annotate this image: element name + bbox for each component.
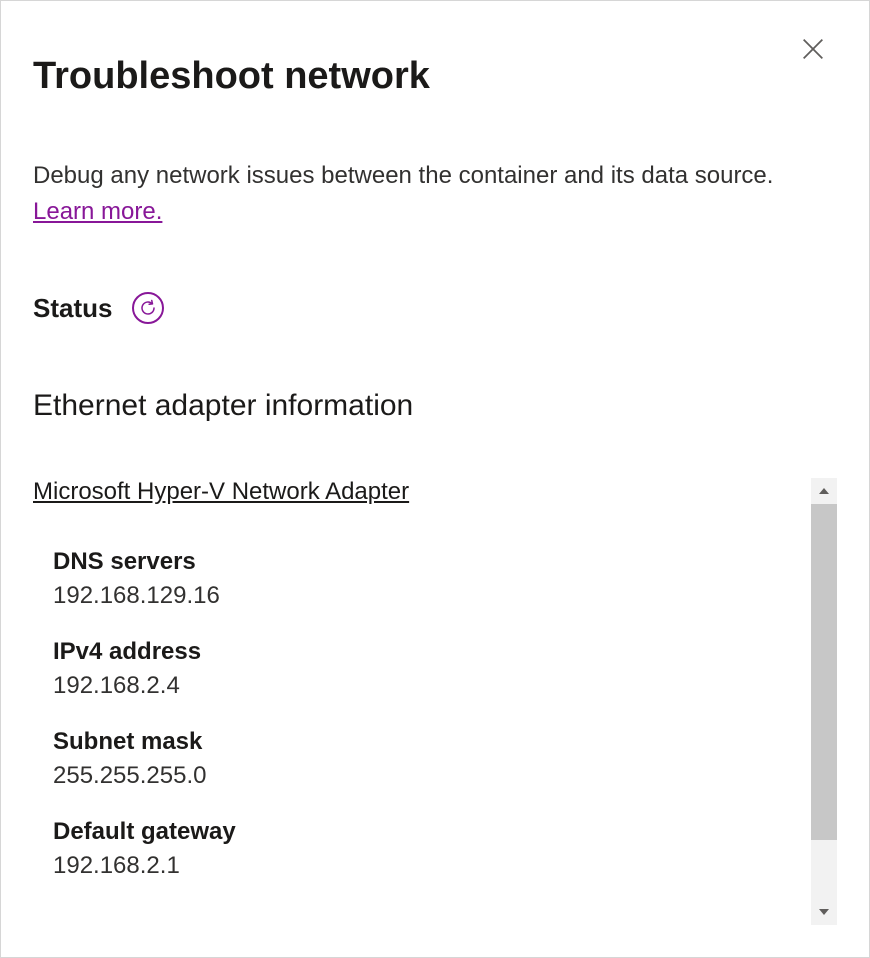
status-label: Status: [33, 293, 112, 324]
adapter-property: Default gateway 192.168.2.1: [53, 818, 801, 880]
description-text: Debug any network issues between the con…: [33, 162, 773, 189]
adapter-property-list: DNS servers 192.168.129.16 IPv4 address …: [33, 548, 801, 880]
chevron-down-icon: [818, 908, 830, 916]
adapter-section: Microsoft Hyper-V Network Adapter DNS se…: [33, 478, 837, 957]
adapter-content: Microsoft Hyper-V Network Adapter DNS se…: [33, 478, 801, 925]
property-value: 192.168.2.1: [53, 852, 801, 880]
scroll-track[interactable]: [811, 504, 837, 899]
property-value: 255.255.255.0: [53, 762, 801, 790]
property-label: IPv4 address: [53, 638, 801, 666]
adapter-name-link[interactable]: Microsoft Hyper-V Network Adapter: [33, 478, 409, 506]
property-value: 192.168.129.16: [53, 582, 801, 610]
close-button[interactable]: [795, 31, 831, 67]
refresh-icon: [139, 299, 157, 317]
troubleshoot-panel: Troubleshoot network Debug any network i…: [0, 0, 870, 958]
adapter-property: IPv4 address 192.168.2.4: [53, 638, 801, 700]
page-title: Troubleshoot network: [33, 55, 837, 98]
status-row: Status: [33, 292, 837, 324]
learn-more-link[interactable]: Learn more.: [33, 198, 162, 225]
close-icon: [799, 35, 827, 63]
adapter-section-title: Ethernet adapter information: [33, 389, 837, 423]
adapter-property: DNS servers 192.168.129.16: [53, 548, 801, 610]
property-label: DNS servers: [53, 548, 801, 576]
scroll-up-button[interactable]: [811, 478, 837, 504]
adapter-property: Subnet mask 255.255.255.0: [53, 728, 801, 790]
property-label: Subnet mask: [53, 728, 801, 756]
property-value: 192.168.2.4: [53, 672, 801, 700]
chevron-up-icon: [818, 487, 830, 495]
refresh-button[interactable]: [132, 292, 164, 324]
scrollbar[interactable]: [811, 478, 837, 925]
scroll-thumb[interactable]: [811, 504, 837, 840]
property-label: Default gateway: [53, 818, 801, 846]
scroll-down-button[interactable]: [811, 899, 837, 925]
page-description: Debug any network issues between the con…: [33, 158, 837, 230]
